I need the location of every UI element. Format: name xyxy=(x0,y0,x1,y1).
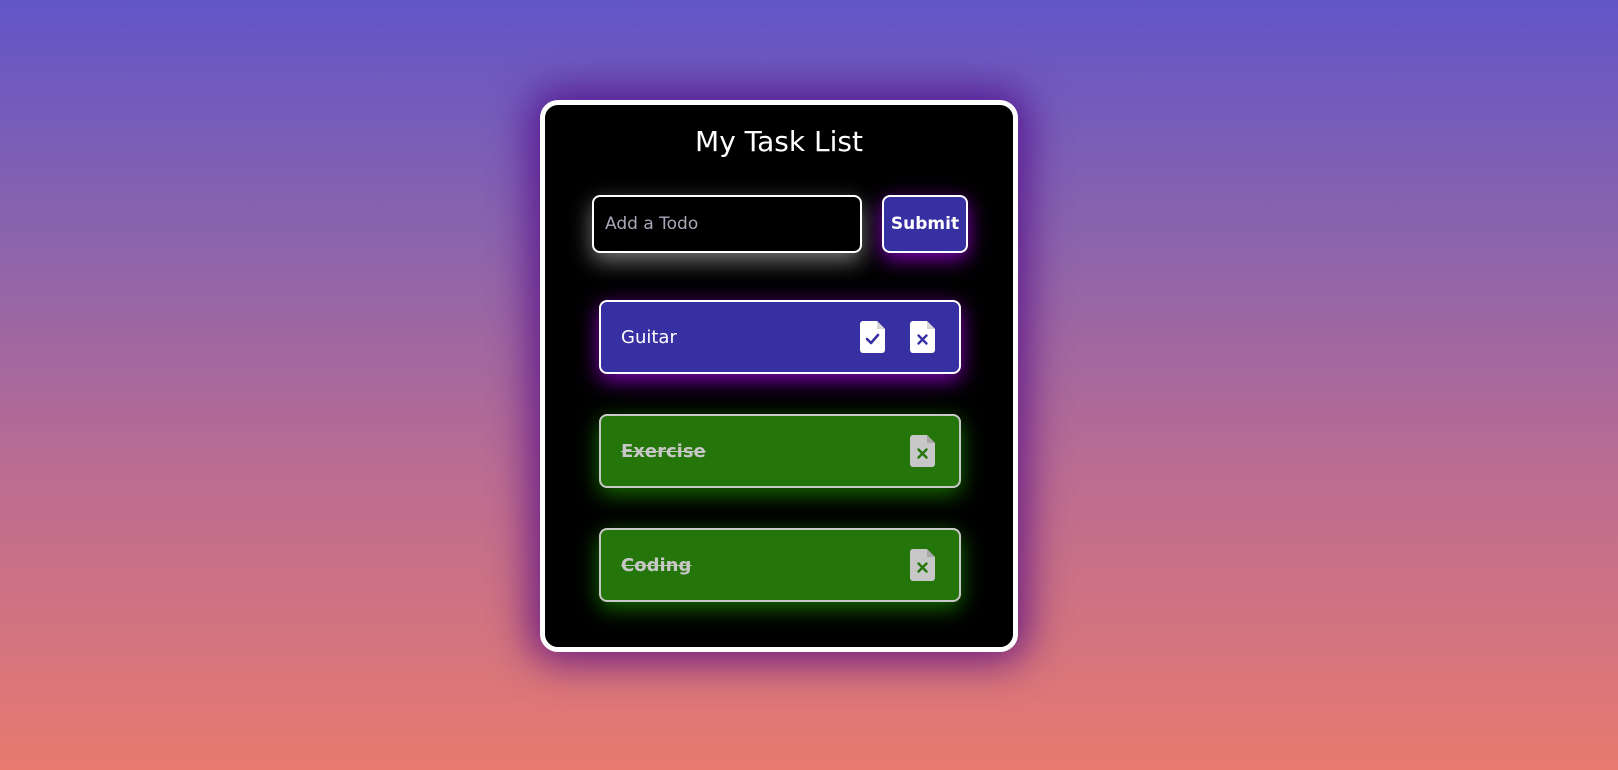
submit-button[interactable]: Submit xyxy=(882,195,968,253)
page-title: My Task List xyxy=(695,125,863,158)
task-actions xyxy=(860,321,939,353)
file-x-icon[interactable] xyxy=(910,549,939,581)
task-actions xyxy=(910,435,939,467)
task-label: Coding xyxy=(621,554,692,576)
task-item: Guitar xyxy=(599,300,961,374)
task-label: Guitar xyxy=(621,326,677,348)
file-x-icon[interactable] xyxy=(910,435,939,467)
file-x-icon[interactable] xyxy=(910,321,939,353)
task-actions xyxy=(910,549,939,581)
file-check-icon[interactable] xyxy=(860,321,889,353)
task-item: Exercise xyxy=(599,414,961,488)
task-label: Exercise xyxy=(621,440,706,462)
todo-card: My Task List Submit Guitar E xyxy=(540,100,1018,652)
task-item: Coding xyxy=(599,528,961,602)
todo-input[interactable] xyxy=(592,195,862,253)
